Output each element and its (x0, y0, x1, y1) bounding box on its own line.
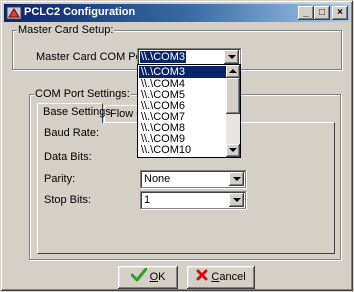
data-bits-label: Data Bits: (44, 151, 92, 163)
cancel-button[interactable]: Cancel (187, 266, 255, 289)
ok-button[interactable]: OK (118, 266, 178, 289)
parity-value: None (144, 173, 171, 185)
minimize-icon: _ (303, 7, 309, 18)
scroll-down-icon[interactable] (226, 144, 240, 157)
window-title: PCLC2 Configuration (24, 6, 136, 18)
check-icon (130, 267, 148, 282)
parity-label: Parity: (44, 173, 76, 185)
dropdown-option[interactable]: \\.\COM3 (139, 66, 227, 78)
com-port-dropdown-list[interactable]: \\.\COM3 \\.\COM4 \\.\COM5 \\.\COM6 \\.\… (137, 64, 241, 158)
close-icon: × (337, 7, 343, 18)
cancel-label: Cancel (211, 271, 246, 283)
maximize-icon: □ (318, 7, 326, 18)
stop-bits-select[interactable]: 1 (140, 191, 246, 209)
dropdown-option[interactable]: \\.\COM10 (139, 144, 227, 156)
com-settings-group-label: COM Port Settings: (34, 88, 131, 100)
title-bar[interactable]: PCLC2 Configuration _ □ × (4, 4, 350, 22)
scroll-thumb[interactable] (226, 78, 240, 114)
stop-bits-label: Stop Bits: (44, 194, 92, 206)
master-card-group-label: Master Card Setup: (17, 24, 115, 36)
minimize-button[interactable]: _ (298, 6, 314, 20)
maximize-button[interactable]: □ (314, 6, 330, 20)
parity-select[interactable]: None (140, 170, 246, 188)
close-button[interactable]: × (332, 6, 348, 20)
stop-bits-value: 1 (144, 194, 151, 206)
chevron-down-icon[interactable] (229, 172, 244, 186)
tab-base-settings-label: Base Settings (43, 106, 111, 118)
master-com-port-value: \\.\COM3 (140, 51, 187, 63)
tab-base-settings[interactable]: Base Settings (37, 103, 111, 123)
chevron-down-icon[interactable] (224, 50, 239, 64)
master-com-port-label: Master Card COM Port: (36, 51, 152, 63)
chevron-down-icon[interactable] (229, 193, 244, 207)
x-icon (196, 269, 208, 281)
config-window: PCLC2 Configuration _ □ × Master Card Se… (0, 0, 354, 292)
ok-label: OK (149, 271, 166, 283)
app-icon (6, 6, 22, 20)
dropdown-scrollbar[interactable] (226, 65, 240, 157)
baud-rate-label: Baud Rate: (44, 127, 100, 139)
scroll-up-icon[interactable] (226, 65, 240, 78)
